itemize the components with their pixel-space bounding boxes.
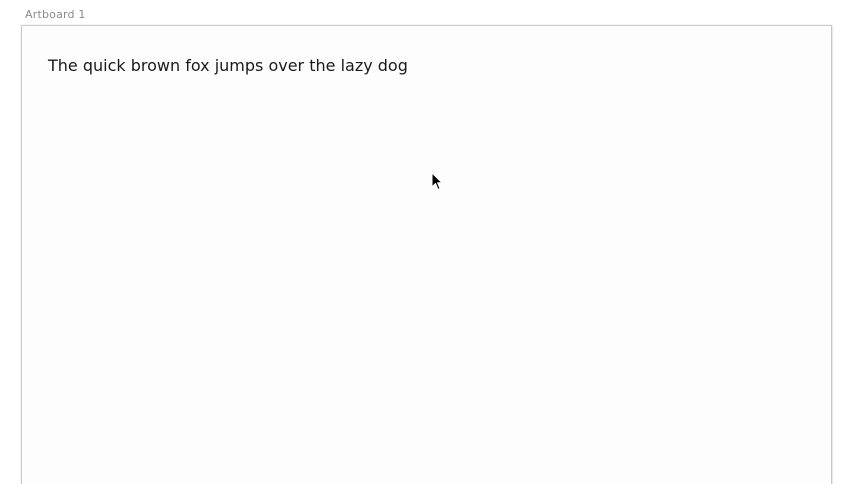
text-layer[interactable]: The quick brown fox jumps over the lazy … <box>48 56 408 76</box>
artboard-title[interactable]: Artboard 1 <box>25 8 86 22</box>
artboard[interactable]: The quick brown fox jumps over the lazy … <box>21 25 832 484</box>
design-canvas[interactable]: Artboard 1 The quick brown fox jumps ove… <box>0 0 850 484</box>
